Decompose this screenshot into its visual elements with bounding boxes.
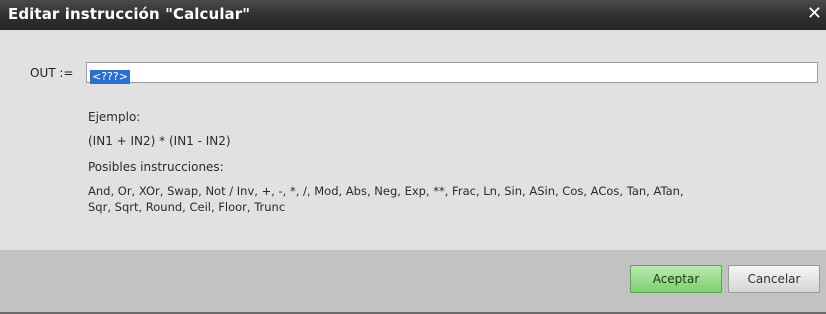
edit-instruction-dialog: Editar instrucción "Calcular" ✕ OUT := <…	[0, 0, 826, 314]
dialog-titlebar: Editar instrucción "Calcular" ✕	[0, 0, 826, 30]
instructions-list-line-2: Sqr, Sqrt, Round, Ceil, Floor, Trunc	[88, 200, 286, 214]
dialog-content: OUT := <???> Ejemplo: (IN1 + IN2) * (IN1…	[0, 30, 826, 250]
instructions-heading: Posibles instrucciones:	[88, 160, 224, 174]
cancel-button[interactable]: Cancelar	[728, 265, 820, 293]
instructions-list-line-1: And, Or, XOr, Swap, Not / Inv, +, -, *, …	[88, 184, 684, 198]
close-icon[interactable]: ✕	[807, 3, 822, 25]
out-expression-input[interactable]: <???>	[86, 62, 818, 84]
dialog-title: Editar instrucción "Calcular"	[8, 5, 251, 23]
out-expression-value[interactable]: <???>	[90, 70, 130, 84]
example-heading: Ejemplo:	[88, 110, 141, 124]
out-label: OUT :=	[30, 66, 74, 80]
accept-button[interactable]: Aceptar	[630, 265, 722, 293]
example-expression: (IN1 + IN2) * (IN1 - IN2)	[88, 134, 231, 148]
